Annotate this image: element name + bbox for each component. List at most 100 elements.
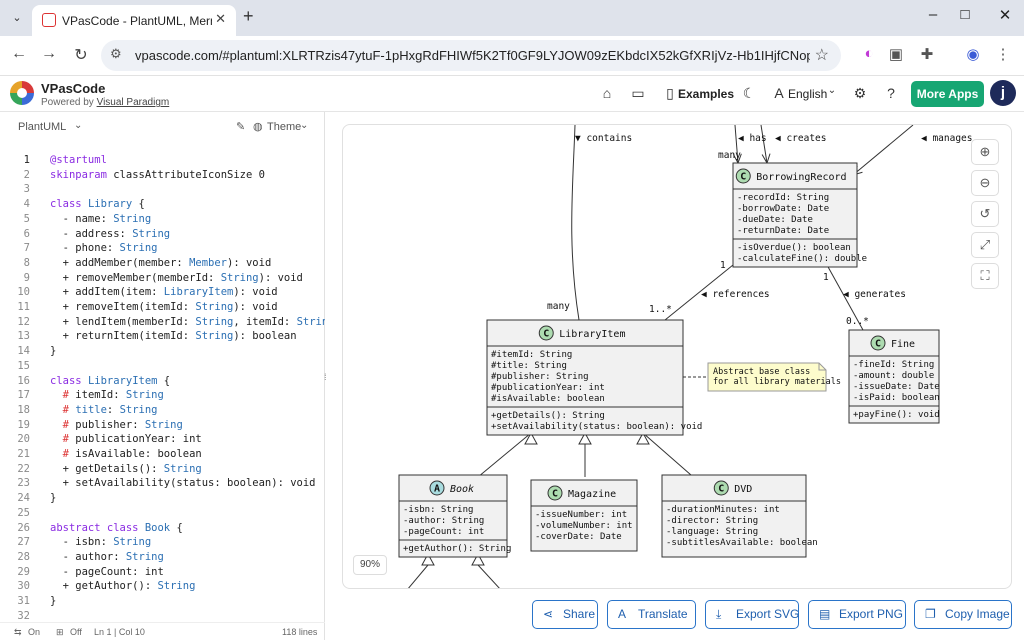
diagram-canvas[interactable]: ▼ contains many ◀ has ◀ creates many ◀ manage… bbox=[342, 124, 1012, 589]
code-line[interactable]: - author: String bbox=[50, 551, 164, 563]
multiplicity-label: 1 bbox=[720, 260, 726, 271]
screenshot-icon[interactable]: ▣ bbox=[885, 45, 907, 63]
edit-pencil-icon[interactable]: ✎ bbox=[236, 120, 245, 133]
powered-by: Powered by Visual Paradigm bbox=[41, 97, 170, 108]
extensions-puzzle-icon[interactable]: ✚ bbox=[916, 45, 938, 63]
share-button[interactable]: ⋖ Share bbox=[532, 600, 598, 629]
browser-menu-icon[interactable]: ⋮ bbox=[992, 45, 1014, 63]
maximize-icon[interactable]: □ bbox=[950, 6, 980, 23]
minimap-icon[interactable]: ⊞ bbox=[56, 627, 64, 638]
code-line[interactable]: # isAvailable: boolean bbox=[50, 448, 202, 460]
code-line[interactable]: # itemId: String bbox=[50, 389, 164, 401]
code-line[interactable]: - pageCount: int bbox=[50, 566, 164, 578]
more-apps-button[interactable]: More Apps bbox=[911, 81, 984, 107]
translate-button[interactable]: A Translate bbox=[607, 600, 696, 629]
code-line[interactable]: } bbox=[50, 492, 56, 504]
zoom-in-icon[interactable]: ⊕ bbox=[971, 139, 999, 165]
library-item-method: +setAvailability(status: boolean): void bbox=[491, 422, 702, 432]
new-tab-icon[interactable]: + bbox=[243, 6, 254, 27]
back-icon[interactable]: ← bbox=[8, 45, 30, 63]
code-line[interactable]: + addItem(item: LibraryItem): void bbox=[50, 286, 278, 298]
tab-search-chevron-icon[interactable]: ⌄ bbox=[6, 8, 28, 28]
code-line[interactable]: skinparam classAttributeIconSize 0 bbox=[50, 169, 265, 181]
tab-title: VPasCode - PlantUML, Mermaid bbox=[62, 14, 212, 28]
export-png-button[interactable]: ▤ Export PNG bbox=[808, 600, 906, 629]
code-line[interactable]: + setAvailability(status: boolean): void bbox=[50, 477, 316, 489]
theme-chevron-icon[interactable]: ⌄ bbox=[300, 120, 308, 131]
code-line[interactable]: + getDetails(): String bbox=[50, 463, 202, 475]
browser-tab-active[interactable]: VPasCode - PlantUML, Mermaid ✕ bbox=[32, 5, 236, 36]
help-icon[interactable]: ? bbox=[881, 85, 901, 101]
extension-badge-icon[interactable]: ◐ bbox=[858, 45, 880, 62]
subclass-edge bbox=[408, 564, 429, 588]
tab-close-icon[interactable]: ✕ bbox=[215, 11, 226, 27]
export-svg-button[interactable]: ⤓ Export SVG bbox=[705, 600, 799, 629]
language-chevron-icon[interactable]: ⌄ bbox=[822, 85, 842, 96]
examples-link[interactable]: Examples bbox=[678, 87, 734, 101]
code-line[interactable]: # title: String bbox=[50, 404, 158, 416]
magazine-field: -volumeNumber: int bbox=[535, 521, 633, 531]
code-line[interactable]: abstract class Book { bbox=[50, 522, 183, 534]
fine-class-name: Fine bbox=[891, 339, 915, 350]
user-avatar[interactable]: j bbox=[990, 80, 1016, 106]
language-dropdown[interactable]: PlantUML bbox=[18, 121, 66, 133]
copy-image-button[interactable]: ❐ Copy Image bbox=[914, 600, 1012, 629]
window-close-icon[interactable]: ✕ bbox=[990, 6, 1020, 24]
brand-name: VPasCode bbox=[41, 81, 106, 96]
code-line[interactable]: - phone: String bbox=[50, 242, 158, 254]
status-on[interactable]: On bbox=[28, 627, 40, 637]
code-line[interactable]: } bbox=[50, 595, 56, 607]
minimize-icon[interactable]: – bbox=[918, 6, 948, 23]
creates-label: ◀ creates bbox=[775, 133, 826, 144]
bookmark-star-icon[interactable]: ☆ bbox=[815, 45, 829, 65]
code-line[interactable]: + removeItem(itemId: String): void bbox=[50, 301, 278, 313]
code-line[interactable]: class Library { bbox=[50, 198, 145, 210]
fit-to-screen-icon[interactable]: ⤢ bbox=[971, 232, 999, 258]
folder-icon[interactable]: ▭ bbox=[628, 85, 648, 102]
multiplicity-label: 1 bbox=[823, 272, 829, 283]
library-item-field: #publicationYear: int bbox=[491, 383, 605, 393]
line-number: 32 bbox=[17, 609, 30, 622]
line-number: 20 bbox=[17, 433, 30, 446]
fullscreen-icon[interactable]: ⛶ bbox=[971, 263, 999, 289]
code-line[interactable]: # publicationYear: int bbox=[50, 433, 202, 445]
code-line[interactable]: - isbn: String bbox=[50, 536, 152, 548]
site-settings-icon[interactable]: ⚙ bbox=[110, 46, 122, 62]
translate-icon[interactable]: A bbox=[769, 85, 789, 101]
status-off[interactable]: Off bbox=[70, 627, 82, 637]
panel-resize-handle[interactable]: ⁞ bbox=[324, 372, 327, 382]
forward-icon[interactable]: → bbox=[38, 45, 60, 63]
dark-mode-icon[interactable]: ☾ bbox=[739, 85, 759, 102]
visual-paradigm-link[interactable]: Visual Paradigm bbox=[97, 97, 170, 108]
book-generalization bbox=[477, 432, 532, 478]
library-item-method: +getDetails(): String bbox=[491, 411, 605, 421]
code-line[interactable]: class LibraryItem { bbox=[50, 375, 170, 387]
code-line[interactable]: - address: String bbox=[50, 228, 170, 240]
code-area[interactable]: 1 @startuml 2 skinparam classAttributeIconS… bbox=[0, 152, 325, 624]
code-line[interactable]: } bbox=[50, 345, 56, 357]
dvd-field: -subtitlesAvailable: boolean bbox=[666, 538, 818, 548]
wrap-icon[interactable]: ⇆ bbox=[14, 627, 22, 638]
home-icon[interactable]: ⌂ bbox=[597, 85, 617, 101]
address-bar[interactable]: ⚙ vpascode.com/#plantuml:XLRTRzis47ytuF-… bbox=[101, 40, 841, 71]
book-icon[interactable]: ▯ bbox=[660, 85, 680, 102]
code-line[interactable]: + returnItem(itemId: String): boolean bbox=[50, 330, 297, 342]
code-line[interactable]: + lendItem(memberId: String, itemId: Str… bbox=[50, 316, 325, 328]
zoom-out-icon[interactable]: ⊖ bbox=[971, 170, 999, 196]
code-line[interactable]: + removeMember(memberId: String): void bbox=[50, 272, 303, 284]
code-line[interactable]: + addMember(member: Member): void bbox=[50, 257, 272, 269]
palette-icon[interactable]: ◍ bbox=[253, 120, 263, 133]
theme-dropdown[interactable]: Theme bbox=[267, 121, 301, 133]
code-line[interactable]: @startuml bbox=[50, 154, 107, 166]
zoom-level[interactable]: 90% bbox=[353, 555, 387, 575]
language-chevron-icon[interactable]: ⌄ bbox=[74, 120, 82, 131]
url-text[interactable]: vpascode.com/#plantuml:XLRTRzis47ytuF-1p… bbox=[135, 48, 810, 63]
code-line[interactable]: - name: String bbox=[50, 213, 152, 225]
code-line[interactable]: + getAuthor(): String bbox=[50, 580, 196, 592]
reload-icon[interactable]: ↻ bbox=[70, 45, 92, 65]
profile-icon[interactable]: ◉ bbox=[962, 45, 984, 63]
borrowing-record-class-name: BorrowingRecord bbox=[756, 172, 846, 183]
settings-gear-icon[interactable]: ⚙ bbox=[850, 85, 870, 102]
reset-view-icon[interactable]: ↺ bbox=[971, 201, 999, 227]
code-line[interactable]: # publisher: String bbox=[50, 419, 183, 431]
